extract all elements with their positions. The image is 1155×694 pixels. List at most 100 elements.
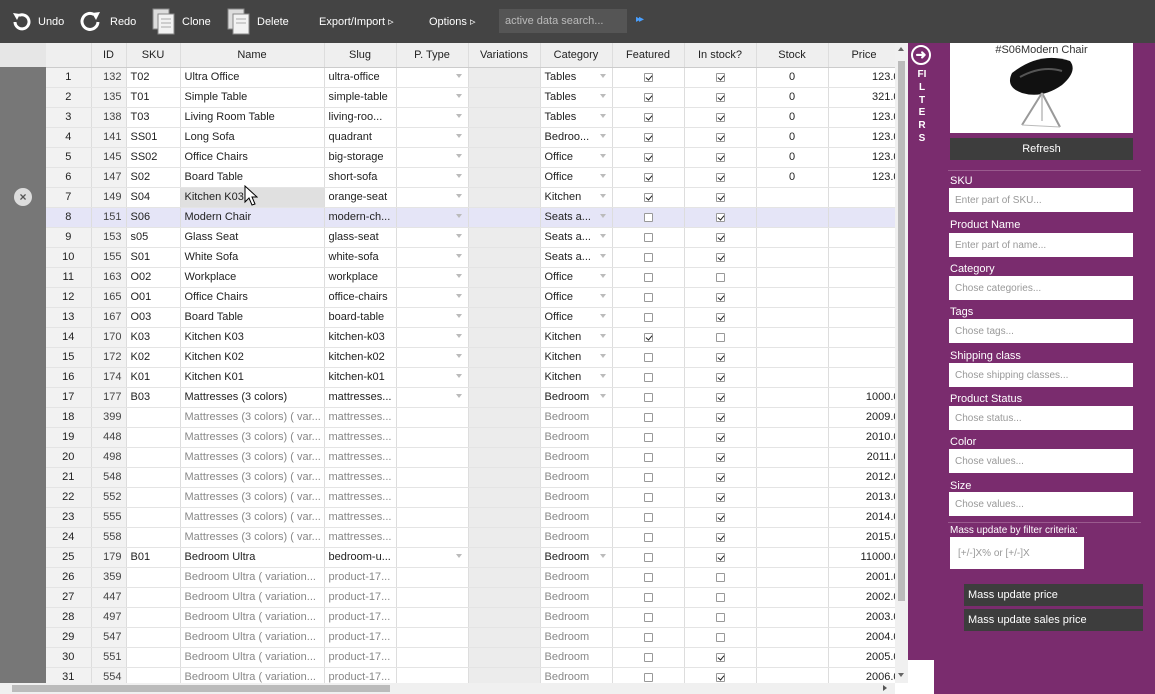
in-stock-checkbox[interactable] bbox=[715, 112, 725, 122]
category-cell[interactable]: Bedroom bbox=[540, 627, 613, 648]
in-stock-checkbox[interactable] bbox=[715, 632, 725, 642]
chevron-down-icon[interactable] bbox=[455, 73, 462, 78]
table-row[interactable]: 14 170 K03 Kitchen K03 kitchen-k03 Kitchen bbox=[46, 327, 895, 348]
chevron-down-icon[interactable] bbox=[599, 73, 606, 78]
category-cell[interactable]: Kitchen bbox=[540, 187, 613, 208]
name-cell[interactable]: Mattresses (3 colors) ( var... bbox=[180, 507, 325, 528]
featured-checkbox[interactable] bbox=[643, 112, 653, 122]
table-row[interactable]: 11 163 O02 Workplace workplace Office bbox=[46, 267, 895, 288]
price-cell[interactable]: 1000.0 bbox=[828, 387, 895, 408]
price-cell[interactable]: 2013.0 bbox=[828, 487, 895, 508]
sku-cell[interactable]: T03 bbox=[126, 107, 181, 128]
slug-cell[interactable]: quadrant bbox=[324, 127, 397, 148]
stock-cell[interactable] bbox=[756, 627, 829, 648]
in-stock-checkbox[interactable] bbox=[715, 172, 725, 182]
table-row[interactable]: 9 153 s05 Glass Seat glass-seat Seats a... bbox=[46, 227, 895, 248]
active-data-search-input[interactable] bbox=[499, 9, 627, 33]
chevron-down-icon[interactable] bbox=[455, 393, 462, 398]
name-cell[interactable]: Mattresses (3 colors) ( var... bbox=[180, 467, 325, 488]
price-cell[interactable]: 2009.0 bbox=[828, 407, 895, 428]
stock-cell[interactable]: 0 bbox=[756, 147, 829, 168]
stock-cell[interactable]: 0 bbox=[756, 107, 829, 128]
product-type-cell[interactable] bbox=[396, 347, 469, 368]
column-header-stock[interactable]: Stock bbox=[756, 43, 829, 68]
arrow-right-icon[interactable]: ➜ bbox=[911, 45, 931, 65]
chevron-down-icon[interactable] bbox=[455, 233, 462, 238]
table-row[interactable]: 15 172 K02 Kitchen K02 kitchen-k02 Kitchen bbox=[46, 347, 895, 368]
slug-cell[interactable]: product-17... bbox=[324, 667, 397, 683]
name-cell[interactable]: Bedroom Ultra ( variation... bbox=[180, 667, 325, 683]
in-stock-checkbox[interactable] bbox=[715, 592, 725, 602]
chevron-down-icon[interactable] bbox=[455, 293, 462, 298]
sku-cell[interactable] bbox=[126, 487, 181, 508]
in-stock-checkbox[interactable] bbox=[715, 532, 725, 542]
slug-cell[interactable]: mattresses... bbox=[324, 427, 397, 448]
stock-cell[interactable] bbox=[756, 547, 829, 568]
in-stock-cell[interactable] bbox=[684, 527, 757, 548]
chevron-down-icon[interactable] bbox=[455, 373, 462, 378]
in-stock-checkbox[interactable] bbox=[715, 232, 725, 242]
price-cell[interactable]: 2011.0 bbox=[828, 447, 895, 468]
product-type-cell[interactable] bbox=[396, 507, 469, 528]
slug-cell[interactable]: white-sofa bbox=[324, 247, 397, 268]
category-cell[interactable]: Tables bbox=[540, 67, 613, 88]
chevron-down-icon[interactable] bbox=[455, 353, 462, 358]
featured-checkbox[interactable] bbox=[643, 552, 653, 562]
category-cell[interactable]: Tables bbox=[540, 107, 613, 128]
slug-cell[interactable]: big-storage bbox=[324, 147, 397, 168]
column-header-id[interactable]: ID bbox=[91, 43, 127, 68]
slug-cell[interactable]: simple-table bbox=[324, 87, 397, 108]
product-type-cell[interactable] bbox=[396, 547, 469, 568]
stock-cell[interactable] bbox=[756, 607, 829, 628]
in-stock-checkbox[interactable] bbox=[715, 312, 725, 322]
featured-cell[interactable] bbox=[612, 387, 685, 408]
slug-cell[interactable]: short-sofa bbox=[324, 167, 397, 188]
column-header-name[interactable]: Name bbox=[180, 43, 325, 68]
stock-cell[interactable]: 0 bbox=[756, 127, 829, 148]
name-cell[interactable]: Bedroom Ultra ( variation... bbox=[180, 567, 325, 588]
slug-cell[interactable]: kitchen-k03 bbox=[324, 327, 397, 348]
price-cell[interactable] bbox=[828, 207, 895, 228]
close-icon[interactable]: × bbox=[14, 188, 32, 206]
featured-cell[interactable] bbox=[612, 327, 685, 348]
featured-cell[interactable] bbox=[612, 567, 685, 588]
table-row[interactable]: 26 359 Bedroom Ultra ( variation... product… bbox=[46, 567, 895, 588]
name-cell[interactable]: Living Room Table bbox=[180, 107, 325, 128]
table-row[interactable]: 19 448 Mattresses (3 colors) ( var... mattr… bbox=[46, 427, 895, 448]
slug-cell[interactable]: product-17... bbox=[324, 627, 397, 648]
tags-filter-input[interactable] bbox=[949, 319, 1133, 343]
in-stock-cell[interactable] bbox=[684, 607, 757, 628]
chevron-down-icon[interactable] bbox=[455, 173, 462, 178]
row-number-cell[interactable]: 11 bbox=[46, 267, 92, 288]
row-number-cell[interactable]: 5 bbox=[46, 147, 92, 168]
featured-checkbox[interactable] bbox=[643, 432, 653, 442]
row-number-cell[interactable]: 6 bbox=[46, 167, 92, 188]
horizontal-scrollbar[interactable] bbox=[0, 683, 895, 694]
price-cell[interactable]: 2006.0 bbox=[828, 667, 895, 683]
stock-cell[interactable] bbox=[756, 307, 829, 328]
stock-cell[interactable] bbox=[756, 647, 829, 668]
table-row[interactable]: 17 177 B03 Mattresses (3 colors) mattresses.… bbox=[46, 387, 895, 408]
price-cell[interactable] bbox=[828, 307, 895, 328]
sku-cell[interactable] bbox=[126, 467, 181, 488]
featured-cell[interactable] bbox=[612, 347, 685, 368]
name-cell[interactable]: Bedroom Ultra ( variation... bbox=[180, 587, 325, 608]
sku-cell[interactable]: K02 bbox=[126, 347, 181, 368]
sku-cell[interactable]: S02 bbox=[126, 167, 181, 188]
chevron-down-icon[interactable] bbox=[599, 333, 606, 338]
product-type-cell[interactable] bbox=[396, 667, 469, 683]
stock-cell[interactable]: 0 bbox=[756, 67, 829, 88]
category-filter-input[interactable] bbox=[949, 276, 1133, 300]
in-stock-cell[interactable] bbox=[684, 547, 757, 568]
sku-cell[interactable]: B03 bbox=[126, 387, 181, 408]
sku-cell[interactable] bbox=[126, 627, 181, 648]
featured-cell[interactable] bbox=[612, 167, 685, 188]
featured-checkbox[interactable] bbox=[643, 372, 653, 382]
stock-cell[interactable]: 0 bbox=[756, 87, 829, 108]
product-type-cell[interactable] bbox=[396, 167, 469, 188]
filters-toggle-tab[interactable]: ➜ FILTERS bbox=[908, 43, 934, 660]
price-cell[interactable]: 2001.0 bbox=[828, 567, 895, 588]
category-cell[interactable]: Office bbox=[540, 307, 613, 328]
slug-cell[interactable]: mattresses... bbox=[324, 387, 397, 408]
stock-cell[interactable] bbox=[756, 407, 829, 428]
